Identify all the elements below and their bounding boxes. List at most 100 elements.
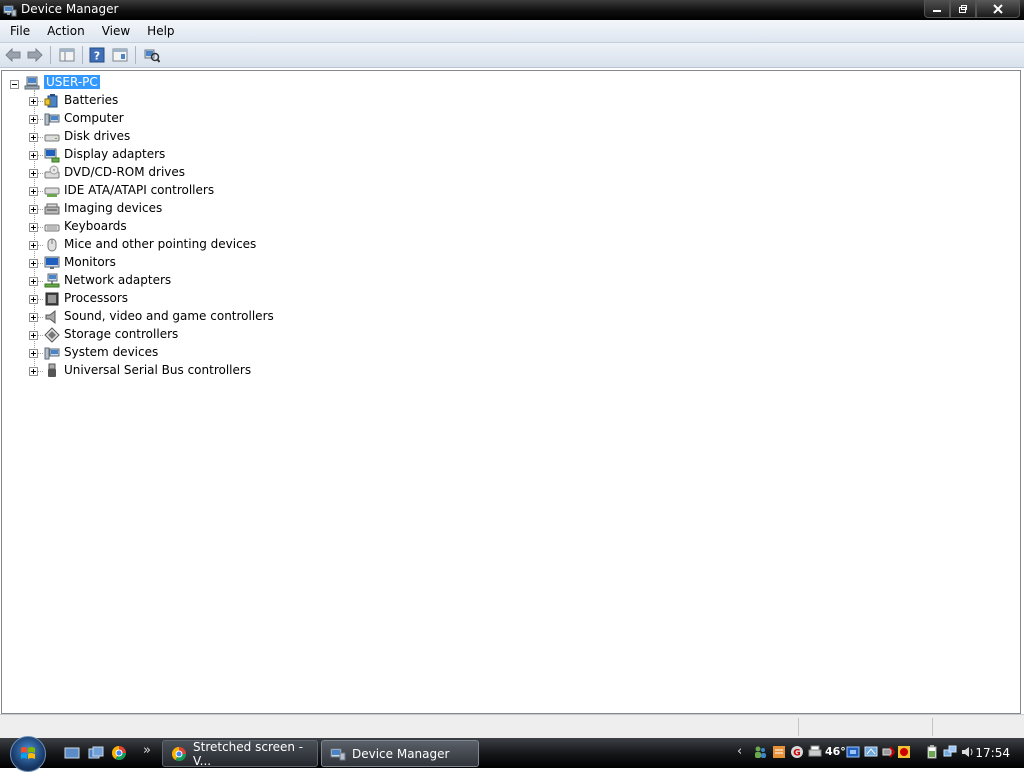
tree-item-label[interactable]: Display adapters <box>64 147 165 161</box>
tree-item-label[interactable]: Universal Serial Bus controllers <box>64 363 251 377</box>
back-button[interactable] <box>4 46 22 64</box>
expand-button[interactable] <box>29 205 38 214</box>
tree-item-label[interactable]: Batteries <box>64 93 118 107</box>
toolbar: ? <box>0 43 1024 68</box>
tray-expand-icon[interactable]: ‹ <box>737 744 742 759</box>
tree-item-mice-and-other-pointing-devices[interactable]: Mice and other pointing devices <box>2 236 402 254</box>
safely-remove-icon[interactable] <box>881 745 895 759</box>
chrome-tray-icon[interactable]: G <box>790 745 804 759</box>
expand-button[interactable] <box>29 313 38 322</box>
tree-item-imaging-devices[interactable]: Imaging devices <box>2 200 402 218</box>
status-bar <box>0 714 1024 739</box>
processor-icon <box>45 292 59 306</box>
expand-button[interactable] <box>29 349 38 358</box>
taskbar-clock[interactable]: 17:54 <box>975 746 1010 760</box>
expand-button[interactable] <box>29 367 38 376</box>
menu-view[interactable]: View <box>95 20 137 42</box>
keyboard-icon <box>44 224 60 232</box>
tree-root-user-pc[interactable]: USER-PC <box>2 74 402 92</box>
tree-item-label[interactable]: Mice and other pointing devices <box>64 237 256 251</box>
close-icon <box>993 3 1003 14</box>
expand-button[interactable] <box>29 259 38 268</box>
expand-button[interactable] <box>29 187 38 196</box>
battery-tray-icon[interactable] <box>925 745 939 759</box>
tree-item-label[interactable]: Storage controllers <box>64 327 178 341</box>
tree-item-label[interactable]: Processors <box>64 291 128 305</box>
device-manager-icon <box>330 748 346 760</box>
tree-item-label[interactable]: Monitors <box>64 255 116 269</box>
taskbar-button-device-manager[interactable]: Device Manager <box>321 740 479 767</box>
weather-temperature[interactable]: 46° <box>825 745 846 758</box>
tree-item-storage-controllers[interactable]: Storage controllers <box>2 326 402 344</box>
usb-icon <box>48 363 56 377</box>
tree-item-label[interactable]: Sound, video and game controllers <box>64 309 274 323</box>
monitor-icon <box>44 256 60 269</box>
device-manager-icon <box>3 5 17 17</box>
tree-item-system-devices[interactable]: System devices <box>2 344 402 362</box>
expand-button[interactable] <box>29 223 38 232</box>
expand-button[interactable] <box>29 169 38 178</box>
expand-button[interactable] <box>29 331 38 340</box>
expand-button[interactable] <box>29 97 38 106</box>
show-desktop-icon[interactable] <box>64 745 80 761</box>
expand-button[interactable] <box>29 133 38 142</box>
tree-item-disk-drives[interactable]: Disk drives <box>2 128 402 146</box>
battery-icon <box>44 94 58 108</box>
tree-item-processors[interactable]: Processors <box>2 290 402 308</box>
network-status-icon[interactable] <box>846 745 860 759</box>
tree-item-label[interactable]: System devices <box>64 345 158 359</box>
tree-item-label[interactable]: Computer <box>64 111 124 125</box>
expand-button[interactable] <box>29 151 38 160</box>
tree-item-display-adapters[interactable]: Display adapters <box>2 146 402 164</box>
tree-item-dvd-cd-rom-drives[interactable]: DVD/CD-ROM drives <box>2 164 402 182</box>
start-button[interactable] <box>10 736 46 772</box>
quick-launch-overflow-icon[interactable]: » <box>143 743 151 758</box>
tree-item-sound-video-and-game-controllers[interactable]: Sound, video and game controllers <box>2 308 402 326</box>
tree-item-batteries[interactable]: Batteries <box>2 92 402 110</box>
minimize-button[interactable] <box>924 0 950 18</box>
help-button[interactable]: ? <box>88 46 106 64</box>
expand-button[interactable] <box>29 277 38 286</box>
tree-item-label[interactable]: Disk drives <box>64 129 130 143</box>
tree-item-network-adapters[interactable]: Network adapters <box>2 272 402 290</box>
tree-item-ide-ata-atapi-controllers[interactable]: IDE ATA/ATAPI controllers <box>2 182 402 200</box>
expand-button[interactable] <box>29 241 38 250</box>
tree-item-label[interactable]: DVD/CD-ROM drives <box>64 165 185 179</box>
tree-item-universal-serial-bus-controllers[interactable]: Universal Serial Bus controllers <box>2 362 402 380</box>
tree-item-label[interactable]: IDE ATA/ATAPI controllers <box>64 183 214 197</box>
close-button[interactable] <box>976 0 1020 18</box>
menu-file[interactable]: File <box>3 20 37 42</box>
expand-button[interactable] <box>29 115 38 124</box>
device-tree[interactable]: USER-PC Batteries Computer Disk drives Disp… <box>1 70 1021 714</box>
help-icon: ? <box>89 47 105 63</box>
switch-windows-icon[interactable] <box>88 745 104 761</box>
volume-icon[interactable] <box>961 745 975 759</box>
security-alert-icon[interactable] <box>897 745 911 759</box>
tree-item-label[interactable]: Network adapters <box>64 273 171 287</box>
expand-button[interactable] <box>29 295 38 304</box>
users-icon[interactable] <box>753 745 767 759</box>
forward-arrow-icon <box>27 48 43 62</box>
forward-button[interactable] <box>26 46 44 64</box>
display-settings-icon[interactable] <box>864 745 878 759</box>
show-hide-console-tree-button[interactable] <box>58 46 76 64</box>
notes-icon[interactable] <box>772 745 786 759</box>
tree-item-label[interactable]: Imaging devices <box>64 201 162 215</box>
dvd-drive-icon <box>44 165 60 179</box>
root-computer-name[interactable]: USER-PC <box>44 75 100 89</box>
taskbar-button-chrome[interactable]: Stretched screen - V... <box>162 740 318 768</box>
menu-action[interactable]: Action <box>40 20 92 42</box>
maximize-button[interactable] <box>950 0 976 18</box>
tree-item-computer[interactable]: Computer <box>2 110 402 128</box>
printer-icon[interactable] <box>808 745 822 759</box>
network-connection-icon[interactable] <box>943 745 957 759</box>
collapse-root-button[interactable] <box>10 80 19 89</box>
computer-network-icon <box>24 76 40 90</box>
properties-button[interactable] <box>111 46 129 64</box>
menu-help[interactable]: Help <box>140 20 181 42</box>
tree-item-label[interactable]: Keyboards <box>64 219 127 233</box>
tree-item-keyboards[interactable]: Keyboards <box>2 218 402 236</box>
tree-item-monitors[interactable]: Monitors <box>2 254 402 272</box>
scan-hardware-button[interactable] <box>143 46 161 64</box>
chrome-icon[interactable] <box>111 745 127 761</box>
